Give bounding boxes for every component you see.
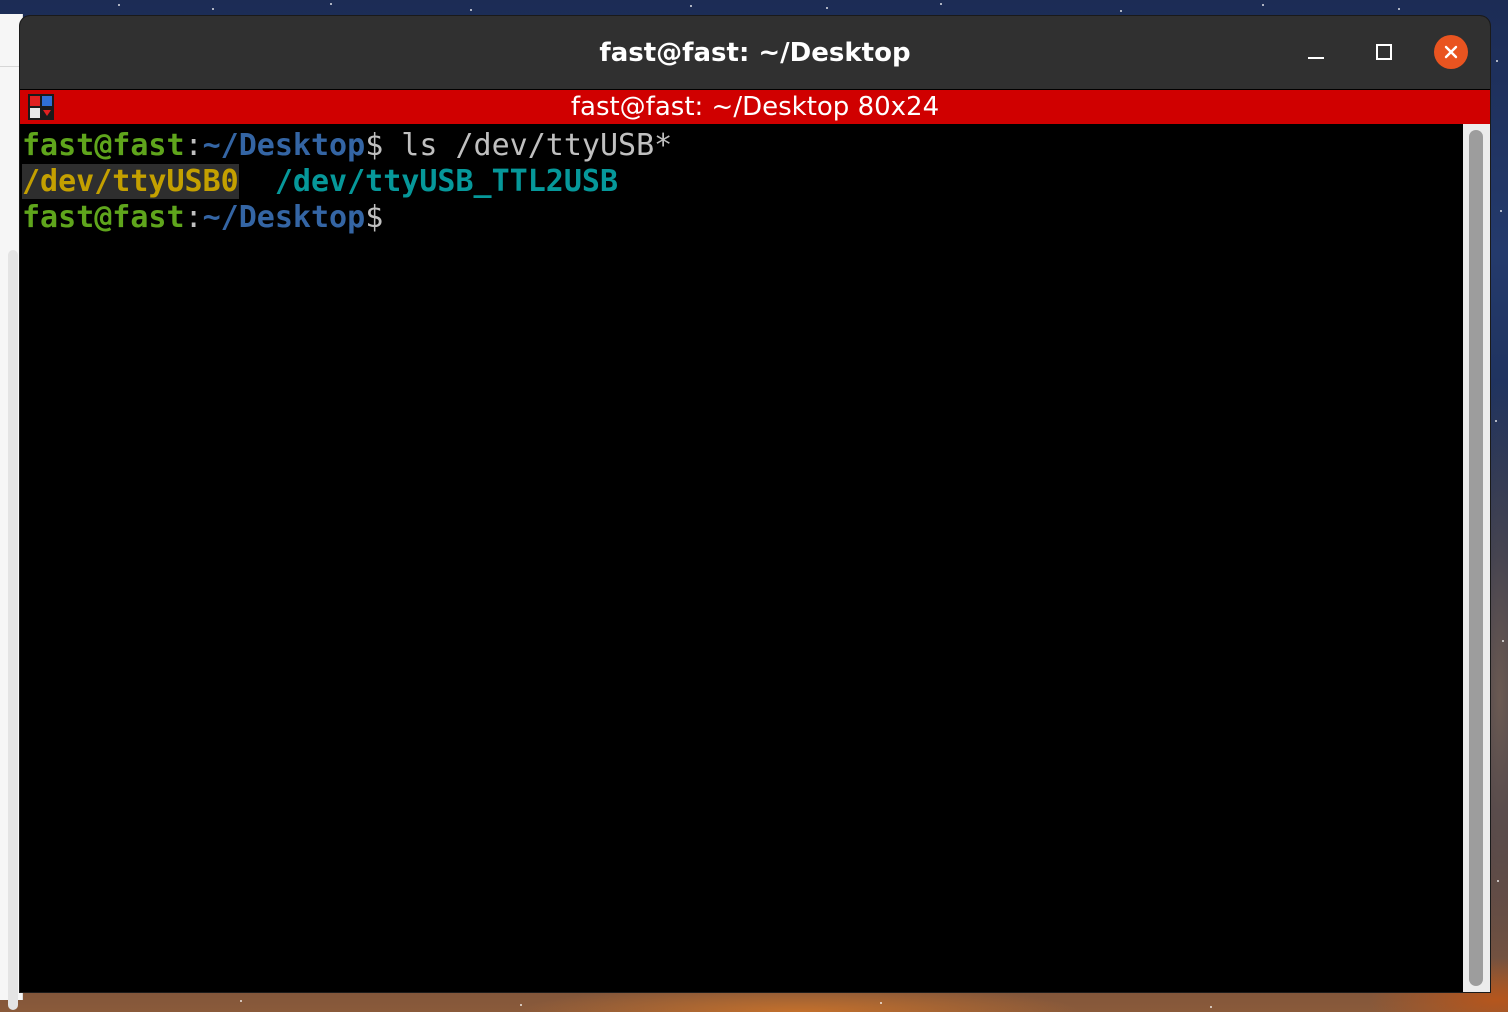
- terminal-line: /dev/ttyUSB0 /dev/ttyUSB_TTL2USB: [22, 164, 618, 200]
- terminal-window[interactable]: fast@fast: ~/Desktop fast@fast: ~/Deskto…: [20, 16, 1490, 992]
- prompt-symbol: $: [365, 200, 384, 235]
- tab-title: fast@fast: ~/Desktop 80x24: [570, 92, 940, 122]
- terminal-line: fast@fast:~/Desktop$ ls /dev/ttyUSB*: [22, 128, 672, 164]
- command-text: ls /dev/ttyUSB*: [383, 128, 673, 163]
- maximize-button[interactable]: [1367, 35, 1401, 69]
- prompt-path: ~/Desktop: [202, 128, 366, 163]
- close-button[interactable]: [1434, 35, 1468, 69]
- prompt-user: fast@fast: [22, 128, 185, 163]
- output-device: /dev/ttyUSB0: [22, 164, 239, 199]
- window-titlebar[interactable]: fast@fast: ~/Desktop: [20, 16, 1490, 89]
- terminal-tab-bar[interactable]: fast@fast: ~/Desktop 80x24: [20, 90, 1490, 124]
- prompt-path: ~/Desktop: [202, 200, 366, 235]
- prompt-symbol: $: [365, 128, 384, 163]
- terminal-content[interactable]: fast@fast:~/Desktop$ ls /dev/ttyUSB* /de…: [20, 126, 1460, 992]
- window-title: fast@fast: ~/Desktop: [599, 38, 911, 68]
- prompt-separator: :: [184, 128, 203, 163]
- background-window-divider: [0, 66, 22, 67]
- maximize-icon: [1376, 44, 1392, 60]
- minimize-icon: [1308, 57, 1324, 59]
- prompt-separator: :: [184, 200, 203, 235]
- prompt-user: fast@fast: [22, 200, 185, 235]
- terminal-line: fast@fast:~/Desktop$: [22, 200, 383, 236]
- background-window-scrollbar[interactable]: [8, 250, 18, 1010]
- scrollbar-thumb[interactable]: [1469, 130, 1483, 986]
- output-symlink: /dev/ttyUSB_TTL2USB: [274, 164, 619, 199]
- minimize-button[interactable]: [1299, 35, 1333, 69]
- close-icon: [1444, 45, 1458, 59]
- terminal-scrollbar[interactable]: [1463, 124, 1490, 992]
